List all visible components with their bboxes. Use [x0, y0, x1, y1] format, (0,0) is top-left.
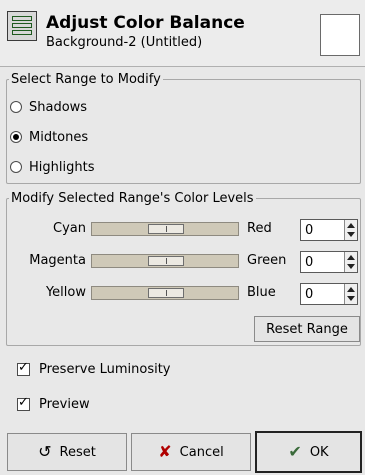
radio-highlights-label: Highlights: [29, 159, 95, 175]
radio-midtones-label: Midtones: [29, 129, 89, 145]
magenta-label: Magenta: [29, 253, 86, 268]
ok-button-label: OK: [309, 444, 329, 460]
cancel-icon: ✘: [158, 442, 172, 461]
radio-shadows[interactable]: Shadows: [10, 97, 87, 117]
reset-range-button[interactable]: Reset Range: [254, 316, 360, 342]
yellow-label: Yellow: [45, 285, 86, 300]
magenta-green-value[interactable]: 0: [305, 255, 313, 270]
ok-button[interactable]: ✔ OK: [255, 431, 362, 473]
reset-icon: ↺: [38, 442, 52, 461]
cyan-red-slider[interactable]: [91, 222, 239, 236]
layer-preview-thumbnail: [320, 14, 360, 56]
cyan-red-value[interactable]: 0: [305, 223, 313, 238]
ok-icon: ✔: [288, 442, 302, 461]
select-range-legend: Select Range to Modify: [11, 72, 161, 87]
blue-label: Blue: [247, 285, 276, 300]
reset-button[interactable]: ↺ Reset: [7, 433, 127, 471]
radio-shadows-indicator[interactable]: [10, 101, 22, 113]
yellow-blue-slider[interactable]: [91, 286, 239, 300]
green-label: Green: [247, 253, 287, 268]
yellow-blue-spin-arrows[interactable]: [344, 284, 357, 304]
preview-checkbox[interactable]: Preview: [17, 395, 90, 413]
preserve-luminosity-label: Preserve Luminosity: [39, 361, 171, 377]
preserve-luminosity-checkmark[interactable]: [17, 360, 30, 376]
magenta-green-slider[interactable]: [91, 254, 239, 268]
cancel-button[interactable]: ✘ Cancel: [131, 433, 251, 471]
cyan-red-spinbox[interactable]: 0: [300, 219, 358, 241]
cyan-label: Cyan: [53, 221, 86, 236]
cyan-red-slider-handle[interactable]: [148, 224, 184, 234]
magenta-green-slider-handle[interactable]: [148, 256, 184, 266]
color-balance-icon: [7, 11, 37, 41]
reset-button-label: Reset: [59, 444, 96, 460]
yellow-blue-spinbox[interactable]: 0: [300, 283, 358, 305]
radio-midtones[interactable]: Midtones: [10, 127, 88, 147]
red-label: Red: [247, 221, 272, 236]
cyan-red-spin-arrows[interactable]: [344, 220, 357, 240]
radio-midtones-indicator[interactable]: [10, 131, 22, 143]
preserve-luminosity-checkbox[interactable]: Preserve Luminosity: [17, 360, 171, 378]
cancel-button-label: Cancel: [179, 444, 224, 460]
dialog-header: Adjust Color Balance Background-2 (Untit…: [0, 0, 365, 66]
color-levels-legend: Modify Selected Range's Color Levels: [11, 191, 254, 206]
radio-shadows-label: Shadows: [29, 99, 88, 115]
radio-highlights-indicator[interactable]: [10, 161, 22, 173]
header-divider: [0, 66, 365, 67]
magenta-green-spin-arrows[interactable]: [344, 252, 357, 272]
preview-checkmark[interactable]: [17, 395, 30, 411]
yellow-blue-value[interactable]: 0: [305, 287, 313, 302]
dialog-title: Adjust Color Balance: [46, 13, 245, 33]
yellow-blue-slider-handle[interactable]: [148, 288, 184, 298]
preview-label: Preview: [39, 396, 90, 412]
magenta-green-spinbox[interactable]: 0: [300, 251, 358, 273]
radio-highlights[interactable]: Highlights: [10, 157, 94, 177]
dialog-subtitle: Background-2 (Untitled): [46, 35, 203, 50]
